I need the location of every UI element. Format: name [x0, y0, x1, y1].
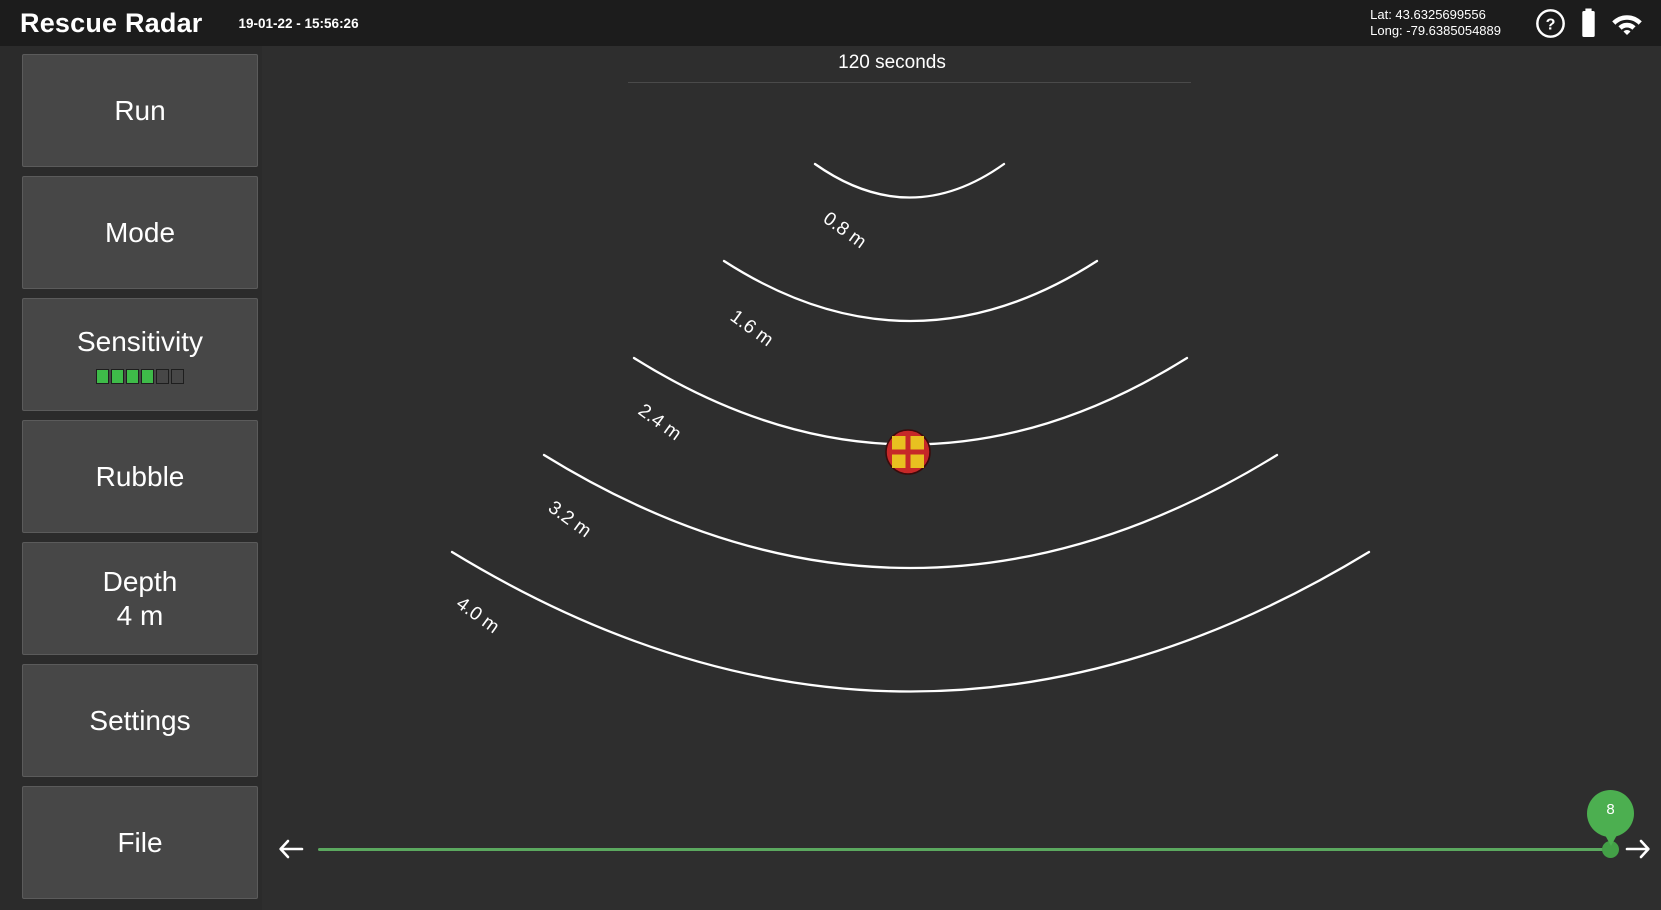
sidebar-item-file[interactable]: File	[22, 786, 258, 899]
sensitivity-level-meter[interactable]	[96, 369, 184, 384]
sensitivity-segment	[111, 369, 124, 384]
radar-display-panel: 120 seconds 0.8 m 1.6 m 2.4 m 3.2 m 4.0 …	[262, 46, 1661, 910]
svg-text:?: ?	[1546, 15, 1556, 33]
sidebar-item-settings[interactable]: Settings	[22, 664, 258, 777]
depth-arc-4-0	[450, 550, 1371, 693]
help-circle-icon[interactable]: ?	[1535, 8, 1566, 39]
timeline-slider[interactable]: 8	[318, 790, 1634, 864]
gps-latitude: Lat: 43.6325699556	[1370, 7, 1486, 22]
sidebar-item-run[interactable]: Run	[22, 54, 258, 167]
timeline-slider-row: 8	[262, 790, 1661, 866]
wifi-icon[interactable]	[1611, 11, 1643, 35]
sensitivity-segment	[141, 369, 154, 384]
detected-target-marker[interactable]	[885, 429, 931, 475]
sidebar-item-sensitivity[interactable]: Sensitivity	[22, 298, 258, 411]
depth-arc-0-8	[813, 162, 1006, 199]
timestamp: 19-01-22 - 15:56:26	[238, 15, 359, 31]
arrow-left-icon[interactable]	[276, 834, 306, 864]
slider-track[interactable]	[318, 847, 1611, 851]
gps-longitude: Long: -79.6385054889	[1370, 23, 1501, 38]
slider-value-pin[interactable]: 8	[1587, 790, 1634, 848]
depth-arc-1-6	[722, 259, 1099, 323]
sensitivity-segment	[96, 369, 109, 384]
sidebar-item-run-label: Run	[114, 94, 166, 126]
app-title: Rescue Radar	[20, 7, 203, 38]
sensitivity-segment	[171, 369, 184, 384]
depth-value: 4 m	[116, 599, 164, 631]
sidebar-item-file-label: File	[117, 826, 163, 858]
sidebar-item-depth[interactable]: Depth 4 m	[22, 542, 258, 655]
sidebar-item-settings-label: Settings	[89, 704, 191, 736]
radar-arcs	[450, 162, 1371, 693]
sidebar-item-rubble-label: Rubble	[95, 460, 185, 492]
sidebar: Run Mode Sensitivity Rubble Depth 4 m Se…	[0, 46, 262, 910]
topbar-right-group: Lat: 43.6325699556 Long: -79.6385054889 …	[1370, 0, 1661, 46]
sidebar-item-rubble[interactable]: Rubble	[22, 420, 258, 533]
sidebar-item-mode-label: Mode	[104, 216, 176, 248]
sidebar-item-depth-label: Depth	[102, 565, 178, 597]
slider-value-label: 8	[1606, 801, 1615, 818]
sidebar-item-sensitivity-label: Sensitivity	[76, 326, 204, 357]
sidebar-item-mode[interactable]: Mode	[22, 176, 258, 289]
gps-coordinates: Lat: 43.6325699556 Long: -79.6385054889	[1370, 7, 1501, 39]
top-bar: Rescue Radar 19-01-22 - 15:56:26 Lat: 43…	[0, 0, 1661, 46]
battery-icon[interactable]	[1580, 8, 1597, 38]
sensitivity-segment	[126, 369, 139, 384]
sensitivity-segment	[156, 369, 169, 384]
status-icon-group: ?	[1535, 8, 1643, 39]
